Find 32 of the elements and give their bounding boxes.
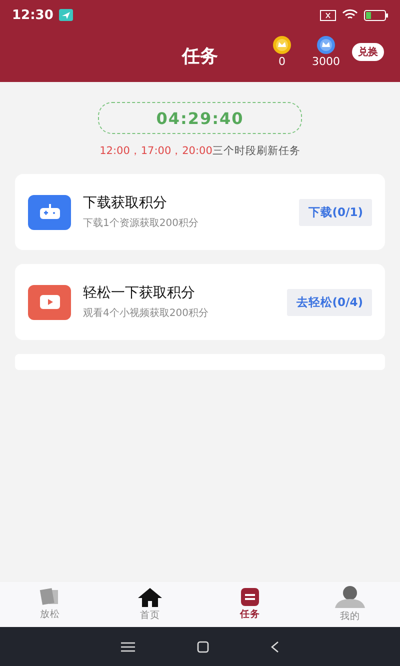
notification-icon bbox=[59, 9, 74, 21]
tab-item[interactable]: 放松 bbox=[0, 582, 100, 627]
countdown-timer: 04:29:40 bbox=[98, 102, 302, 134]
balance-amount: 0 bbox=[278, 55, 286, 68]
gamepad-icon bbox=[28, 194, 71, 230]
avatar-icon bbox=[334, 586, 366, 608]
tab-item[interactable]: 任务 bbox=[200, 582, 300, 627]
refresh-note: 12:00，17:00，20:00三个时段刷新任务 bbox=[100, 144, 300, 158]
tab-item[interactable]: 我的 bbox=[300, 582, 400, 627]
task-icon bbox=[241, 588, 259, 606]
task-action-button[interactable]: 去轻松(0/4) bbox=[287, 288, 372, 316]
coin-icon bbox=[273, 36, 291, 54]
cards-icon bbox=[39, 588, 61, 606]
page-title: 任务 bbox=[182, 45, 218, 68]
tab-item[interactable]: 首页 bbox=[100, 582, 200, 627]
balance-amount: 3000 bbox=[312, 55, 340, 68]
task-action-button[interactable]: 下载(0/1) bbox=[299, 198, 372, 226]
coin-icon bbox=[317, 36, 335, 54]
task-description: 下载1个资源获取200积分 bbox=[83, 216, 200, 230]
back-icon[interactable] bbox=[271, 640, 279, 652]
task-title: 下载获取积分 bbox=[83, 194, 168, 212]
play-icon bbox=[28, 284, 71, 320]
wifi-icon bbox=[342, 9, 358, 21]
status-time: 12:30 bbox=[12, 8, 54, 22]
sim-icon bbox=[320, 10, 336, 20]
task-description: 观看4个小视频获取200积分 bbox=[83, 306, 210, 320]
task-title: 轻松一下获取积分 bbox=[83, 284, 196, 302]
home-icon bbox=[137, 587, 163, 607]
battery-icon bbox=[364, 10, 388, 20]
home-square-icon[interactable] bbox=[197, 640, 209, 652]
menu-icon[interactable] bbox=[121, 642, 135, 652]
exchange-button[interactable]: 兑换 bbox=[352, 43, 384, 61]
